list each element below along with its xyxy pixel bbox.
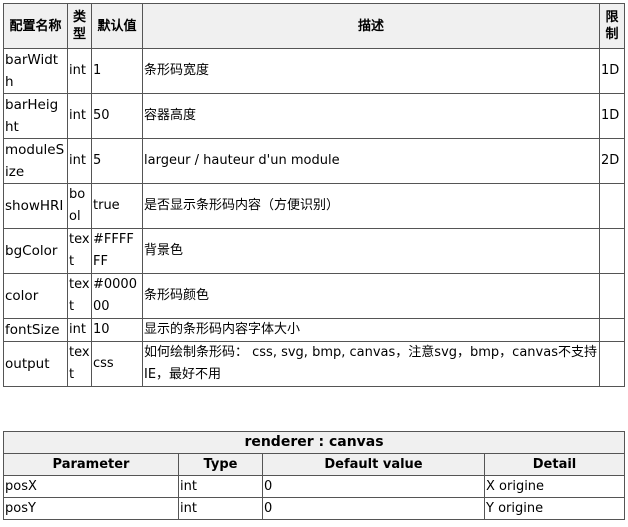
description-cell: 条形码宽度	[142, 48, 600, 94]
header-parameter: Parameter	[3, 453, 179, 476]
type-cell: text	[67, 273, 92, 319]
type-cell: int	[67, 48, 92, 94]
description-cell: 背景色	[142, 228, 600, 274]
config-row: bgColor text #FFFFFF 背景色	[3, 228, 625, 274]
description-cell: 容器高度	[142, 93, 600, 139]
renderer-caption-row: renderer : canvas	[2, 431, 626, 454]
config-name-cell: color	[3, 273, 68, 319]
limit-cell	[599, 318, 625, 342]
header-type: 类型	[67, 3, 92, 49]
detail-cell: X origine	[483, 475, 626, 498]
parameter-cell: posX	[3, 475, 179, 498]
type-cell: bool	[67, 183, 92, 229]
renderer-row: posX int 0 X origine	[3, 475, 626, 498]
type-cell: int	[67, 318, 92, 342]
description-cell: 条形码颜色	[142, 273, 600, 319]
limit-cell	[599, 341, 625, 387]
header-type: Type	[178, 453, 263, 476]
config-row: color text #000000 条形码颜色	[3, 273, 625, 319]
header-detail: Detail	[483, 453, 626, 476]
config-name-cell: barWidth	[3, 48, 68, 94]
type-cell: int	[178, 475, 263, 498]
type-cell: text	[67, 228, 92, 274]
limit-cell: 1D	[599, 93, 625, 139]
config-name-cell: barHeight	[3, 93, 68, 139]
detail-cell: Y origine	[483, 497, 626, 520]
config-name-cell: fontSize	[3, 318, 68, 342]
type-cell: text	[67, 341, 92, 387]
default-cell: 5	[91, 138, 143, 184]
renderer-caption: renderer : canvas	[2, 431, 626, 454]
limit-cell	[599, 228, 625, 274]
config-header-row: 配置名称 类型 默认值 描述 限制	[3, 3, 625, 49]
config-row: moduleSize int 5 largeur / hauteur d'un mod…	[3, 138, 625, 184]
parameter-cell: posY	[3, 497, 179, 520]
default-cell: true	[91, 183, 143, 229]
default-cell: css	[91, 341, 143, 387]
config-row: barHeight int 50 容器高度 1D	[3, 93, 625, 139]
renderer-table: renderer : canvas Parameter Type Default…	[2, 431, 626, 520]
default-cell: 50	[91, 93, 143, 139]
description-cell: 显示的条形码内容字体大小	[142, 318, 600, 342]
config-name-cell: bgColor	[3, 228, 68, 274]
config-table: 配置名称 类型 默认值 描述 限制 barWidth int 1 条形码宽度 1D bar…	[3, 3, 625, 387]
config-row: fontSize int 10 显示的条形码内容字体大小	[3, 318, 625, 342]
limit-cell: 1D	[599, 48, 625, 94]
config-row: showHRI bool true 是否显示条形码内容（方便识别）	[3, 183, 625, 229]
limit-cell	[599, 183, 625, 229]
type-cell: int	[67, 138, 92, 184]
description-cell: 如何绘制条形码： css, svg, bmp, canvas，注意svg，bmp…	[142, 341, 600, 387]
config-name-cell: output	[3, 341, 68, 387]
type-cell: int	[67, 93, 92, 139]
default-cell: 1	[91, 48, 143, 94]
default-cell: #FFFFFF	[91, 228, 143, 274]
header-default-value: Default value	[262, 453, 485, 476]
renderer-row: posY int 0 Y origine	[3, 497, 626, 520]
default-value-cell: 0	[262, 497, 485, 520]
header-config-name: 配置名称	[3, 3, 68, 49]
renderer-header-row: Parameter Type Default value Detail	[3, 453, 626, 476]
description-cell: 是否显示条形码内容（方便识别）	[142, 183, 600, 229]
config-row: barWidth int 1 条形码宽度 1D	[3, 48, 625, 94]
config-row: output text css 如何绘制条形码： css, svg, bmp, can…	[3, 341, 625, 387]
limit-cell	[599, 273, 625, 319]
type-cell: int	[178, 497, 263, 520]
default-cell: 10	[91, 318, 143, 342]
default-value-cell: 0	[262, 475, 485, 498]
header-default: 默认值	[91, 3, 143, 49]
config-name-cell: showHRI	[3, 183, 68, 229]
default-cell: #000000	[91, 273, 143, 319]
limit-cell: 2D	[599, 138, 625, 184]
header-limit: 限制	[599, 3, 625, 49]
header-description: 描述	[142, 3, 600, 49]
description-cell: largeur / hauteur d'un module	[142, 138, 600, 184]
config-name-cell: moduleSize	[3, 138, 68, 184]
